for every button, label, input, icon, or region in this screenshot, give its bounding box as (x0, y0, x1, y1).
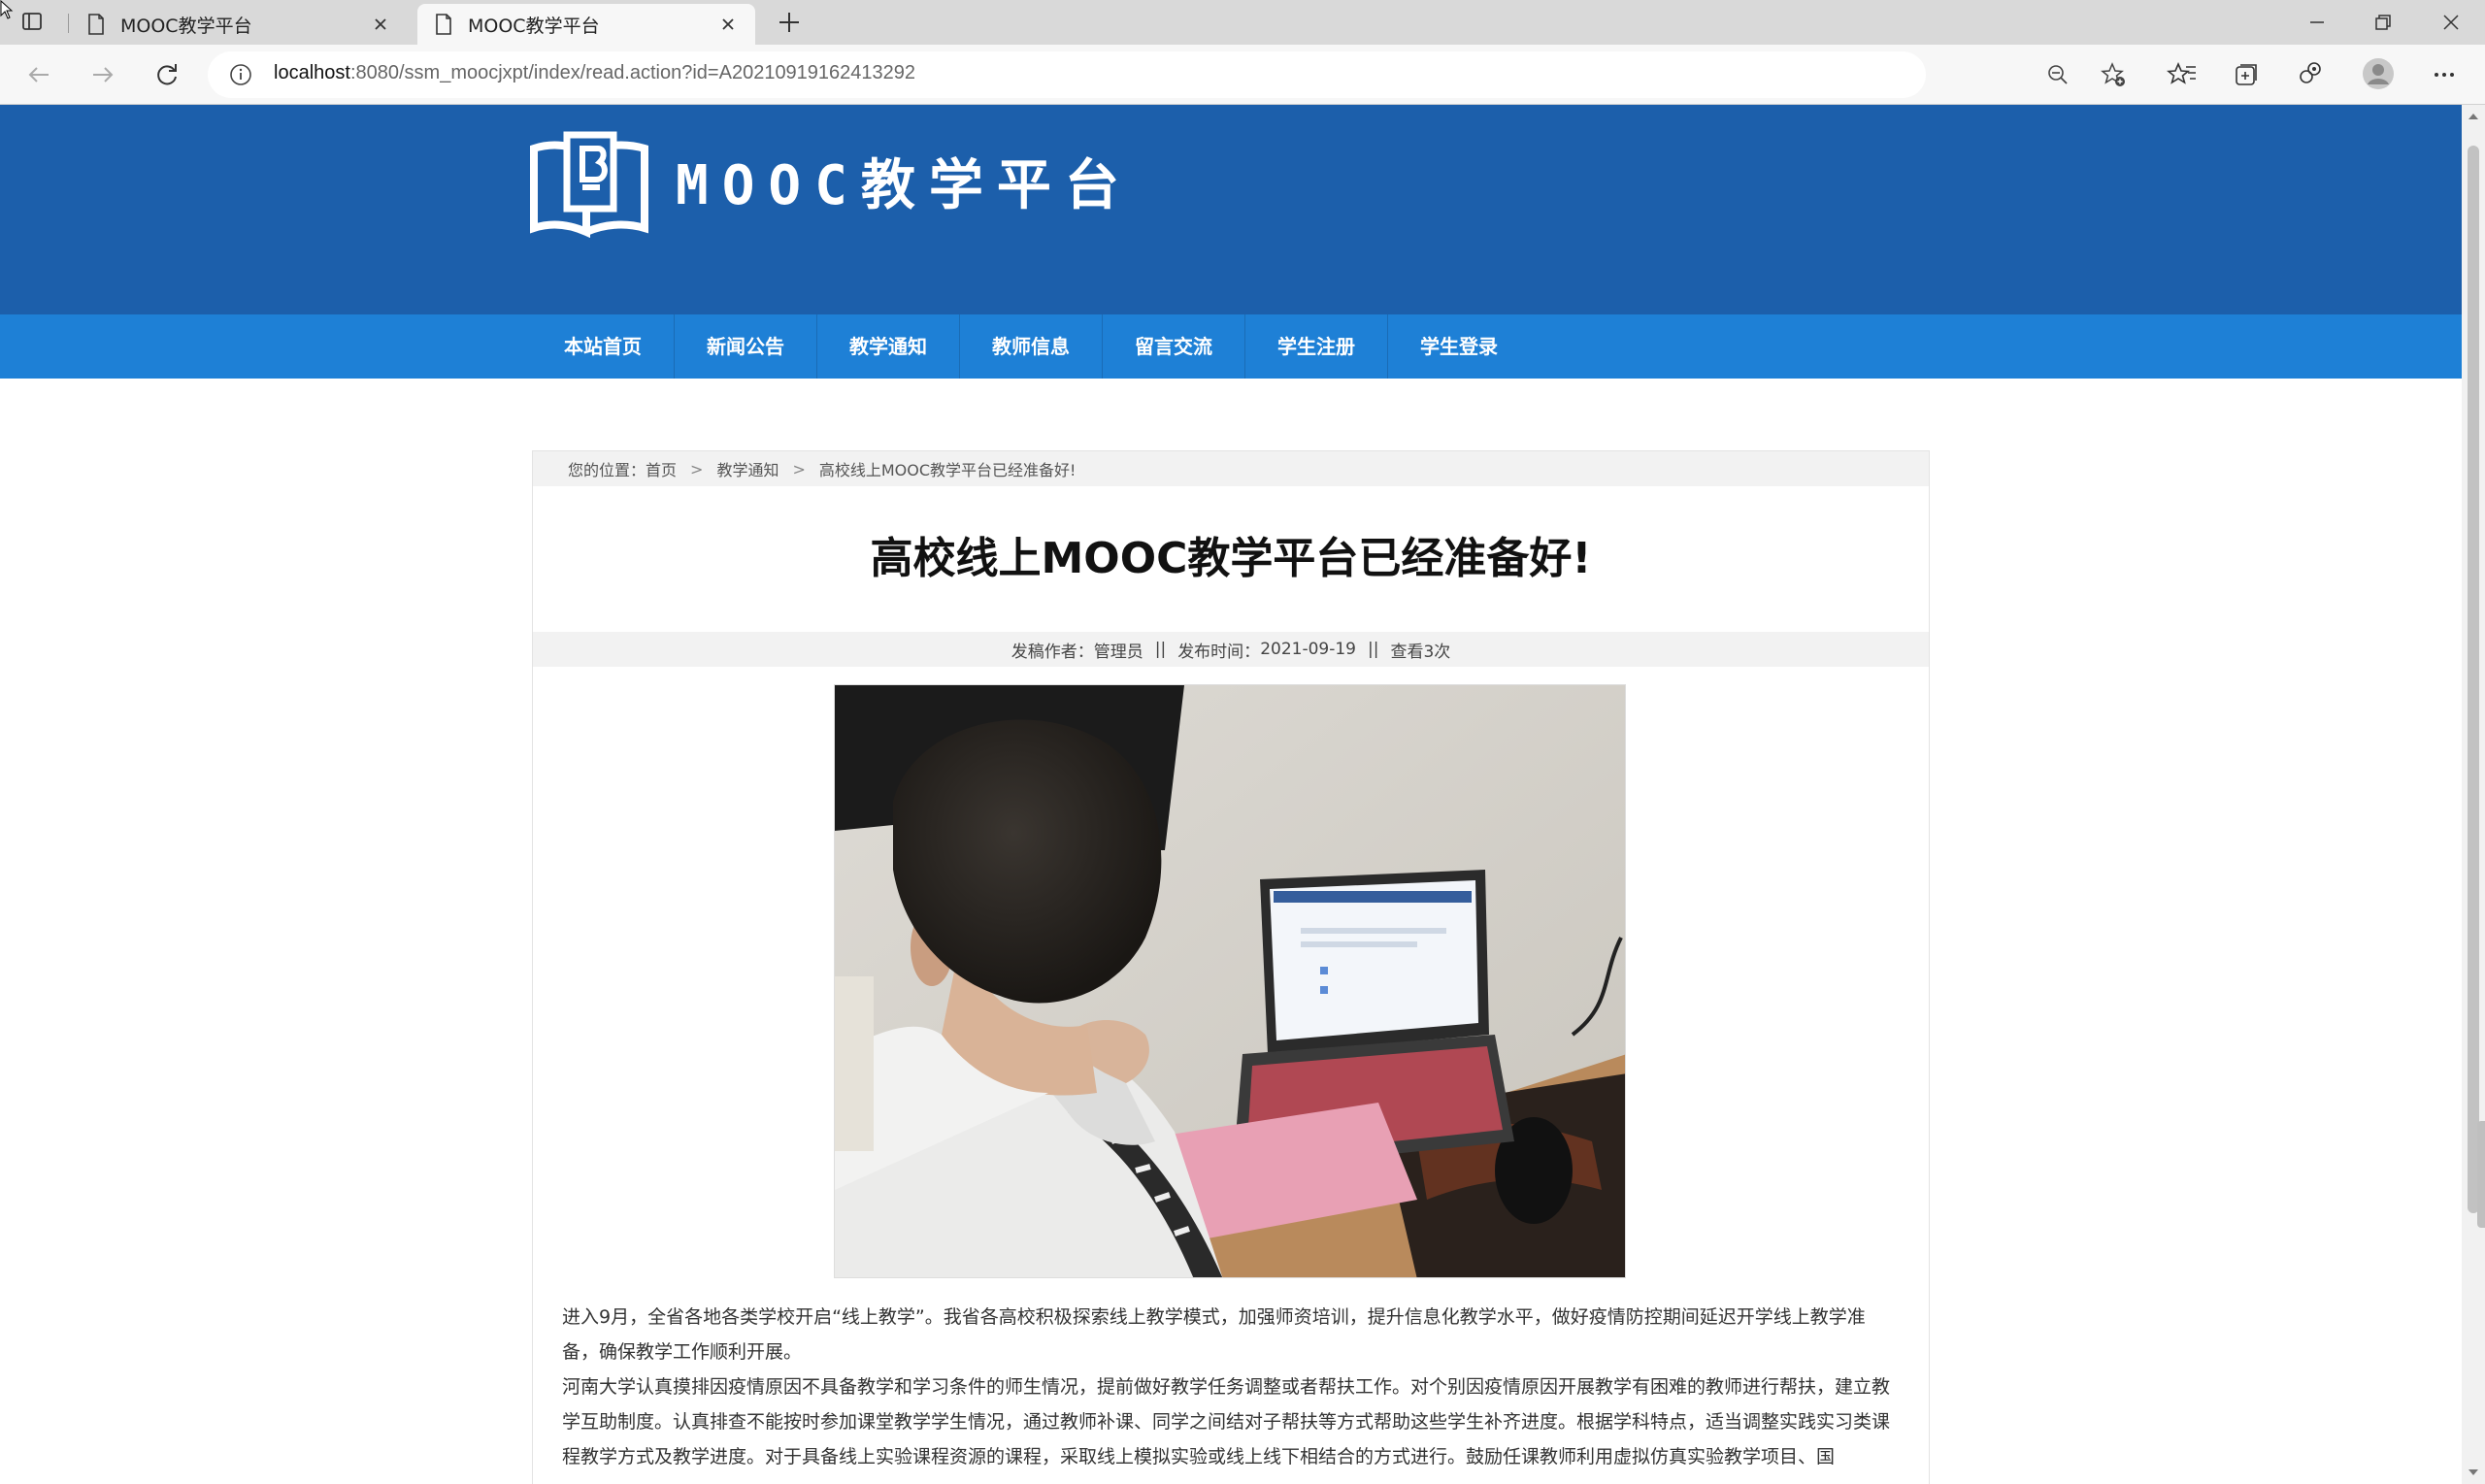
nav-item-teaching-notices[interactable]: 教学通知 (817, 314, 960, 379)
article-meta: 发稿作者： 管理员 || 发布时间： 2021-09-19 || 查看3次 (533, 632, 1929, 667)
back-icon[interactable] (23, 59, 54, 90)
article-body: 进入9月，全省各地各类学校开启“线上教学”。我省各高校积极探索线上教学模式，加强… (562, 1300, 1902, 1474)
breadcrumb-current: 高校线上MOOC教学平台已经准备好! (818, 461, 1077, 479)
favorites-icon[interactable] (2167, 59, 2198, 90)
collections-icon[interactable] (2231, 59, 2262, 90)
breadcrumb-home[interactable]: 首页 (646, 457, 677, 480)
author-label: 发稿作者： (1011, 642, 1094, 662)
tab-separator (68, 14, 69, 33)
breadcrumb-prefix: 您的位置： (568, 461, 646, 479)
browser-tab-bar: MOOC教学平台 MOOC教学平台 (0, 0, 2485, 45)
article-paragraph: 进入9月，全省各地各类学校开启“线上教学”。我省各高校积极探索线上教学模式，加强… (562, 1306, 1866, 1363)
article-photo (834, 684, 1626, 1278)
browser-toolbar: localhost:8080/ssm_moocjxpt/index/read.a… (0, 45, 2485, 105)
nav-item-home[interactable]: 本站首页 (532, 314, 675, 379)
article-paragraph: 河南大学认真摸排因疫情原因不具备教学和学习条件的师生情况，提前做好教学任务调整或… (562, 1376, 1891, 1468)
view-count: 查看3次 (1390, 642, 1451, 662)
url-text[interactable]: localhost:8080/ssm_moocjxpt/index/read.a… (274, 62, 915, 84)
refresh-icon[interactable] (151, 59, 182, 90)
page-viewport: MOOC教学平台 本站首页 新闻公告 教学通知 教师信息 留言交流 学生注册 学… (0, 105, 2462, 1484)
add-favorite-icon[interactable] (2101, 62, 2126, 87)
article-container: 您的位置： 首页 > 教学通知 > 高校线上MOOC教学平台已经准备好! 高校线… (532, 450, 1930, 1484)
date-value: 2021-09-19 (1260, 640, 1356, 659)
mouse-cursor-icon (0, 0, 14, 19)
tab-title: MOOC教学平台 (120, 15, 252, 37)
page-icon (436, 14, 451, 35)
nav-list: 本站首页 新闻公告 教学通知 教师信息 留言交流 学生注册 学生登录 (532, 314, 1530, 379)
close-tab-icon[interactable] (371, 15, 390, 34)
new-tab-icon[interactable] (777, 10, 802, 35)
forward-icon[interactable] (87, 59, 118, 90)
url-host: localhost (274, 62, 350, 83)
page-scrollbar[interactable] (2462, 105, 2485, 1484)
scrollbar-thumb[interactable] (2468, 146, 2479, 1213)
article-photo-image (835, 685, 1625, 1277)
sidebar-handle[interactable] (2477, 1121, 2485, 1228)
close-tab-icon[interactable] (718, 15, 738, 34)
breadcrumb-category[interactable]: 教学通知 (716, 457, 779, 480)
site-title[interactable]: MOOC教学平台 (676, 142, 1133, 220)
extensions-icon[interactable] (2295, 59, 2326, 90)
nav-item-news[interactable]: 新闻公告 (675, 314, 817, 379)
more-icon[interactable] (2429, 59, 2460, 90)
minimize-icon[interactable] (2303, 8, 2332, 37)
address-bar[interactable]: localhost:8080/ssm_moocjxpt/index/read.a… (208, 51, 2125, 98)
info-icon[interactable] (229, 63, 252, 86)
nav-item-student-register[interactable]: 学生注册 (1245, 314, 1388, 379)
scroll-down-icon[interactable] (2466, 1465, 2481, 1480)
tab-title: MOOC教学平台 (468, 15, 600, 37)
date-label: 发布时间： (1177, 642, 1261, 662)
meta-divider: || (1154, 640, 1167, 659)
author-value: 管理员 (1093, 642, 1143, 662)
main-nav: 本站首页 新闻公告 教学通知 教师信息 留言交流 学生注册 学生登录 (0, 314, 2462, 379)
close-window-icon[interactable] (2436, 8, 2466, 37)
nav-item-student-login[interactable]: 学生登录 (1388, 314, 1530, 379)
site-header: MOOC教学平台 (0, 105, 2462, 314)
nav-item-teachers[interactable]: 教师信息 (960, 314, 1103, 379)
scroll-up-icon[interactable] (2466, 109, 2481, 124)
article-title: 高校线上MOOC教学平台已经准备好! (870, 534, 1592, 583)
tab-actions-icon[interactable] (21, 11, 43, 32)
nav-item-messages[interactable]: 留言交流 (1103, 314, 1245, 379)
browser-tab-1[interactable]: MOOC教学平台 (70, 4, 408, 45)
book-logo-icon[interactable] (530, 131, 650, 238)
browser-tab-2[interactable]: MOOC教学平台 (417, 4, 755, 45)
meta-divider: || (1367, 640, 1379, 659)
zoom-out-icon[interactable] (2046, 63, 2070, 86)
profile-icon[interactable] (2361, 56, 2396, 91)
page-icon (88, 14, 104, 35)
chevron-right-icon: > (690, 459, 704, 478)
breadcrumb: 您的位置： 首页 > 教学通知 > 高校线上MOOC教学平台已经准备好! (533, 451, 1929, 486)
url-path: :8080/ssm_moocjxpt/index/read.action?id=… (349, 62, 916, 83)
restore-icon[interactable] (2369, 8, 2398, 37)
chevron-right-icon: > (792, 459, 806, 478)
